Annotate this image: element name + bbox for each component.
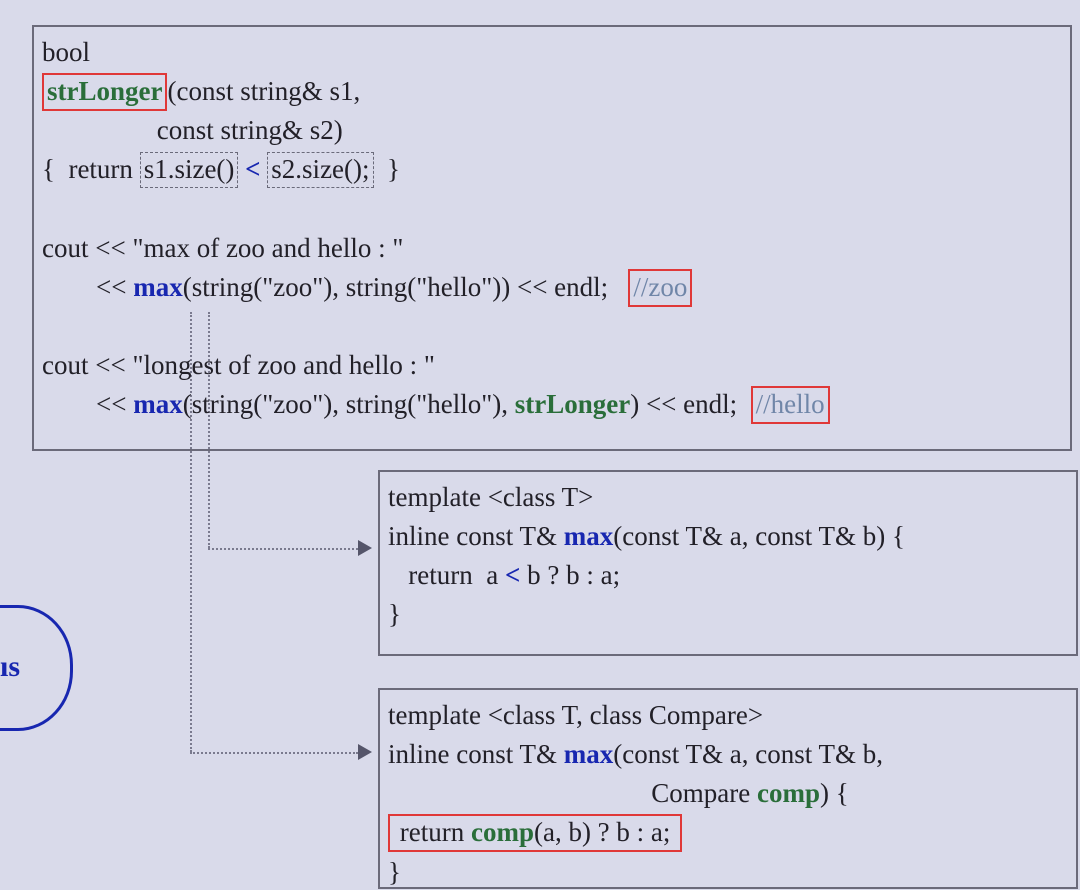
- code-line: }: [388, 595, 1068, 634]
- text: ) {: [820, 778, 849, 808]
- text: return a: [388, 560, 505, 590]
- edge-label: ıs: [0, 650, 20, 684]
- text: <: [238, 154, 267, 184]
- text: }: [388, 599, 401, 629]
- blank-line: [42, 190, 1062, 229]
- code-line: cout << "max of zoo and hello : ": [42, 229, 1062, 268]
- code-box-max1: template <class T> inline const T& max(c…: [378, 470, 1078, 656]
- arrowhead-icon: [358, 744, 372, 760]
- text: <<: [42, 272, 133, 302]
- code-line: cout << "longest of zoo and hello : ": [42, 346, 1062, 385]
- highlight-strlonger: strLonger: [42, 73, 167, 111]
- text: max: [133, 389, 183, 419]
- text: (const T& a, const T& b) {: [613, 521, 905, 551]
- highlight-comment-zoo: //zoo: [628, 269, 692, 307]
- text: }: [388, 857, 401, 887]
- connector-line: [208, 548, 358, 550]
- text: cout << "max of zoo and hello : ": [42, 233, 403, 263]
- text: ) << endl;: [630, 389, 750, 419]
- text: inline const T&: [388, 521, 564, 551]
- text: template <class T>: [388, 482, 593, 512]
- code-line: { return s1.size() < s2.size(); }: [42, 150, 1062, 189]
- highlight-return-comp: return comp(a, b) ? b : a;: [388, 814, 682, 852]
- code-line: << max(string("zoo"), string("hello")) <…: [42, 268, 1062, 307]
- text: comp: [757, 778, 820, 808]
- code-line: strLonger(const string& s1,: [42, 72, 1062, 111]
- text: (string("zoo"), string("hello"),: [183, 389, 515, 419]
- text: }: [374, 154, 400, 184]
- code-line: return comp(a, b) ? b : a;: [388, 813, 1068, 852]
- blank-line: [42, 307, 1062, 346]
- text: max: [133, 272, 183, 302]
- text: template <class T, class Compare>: [388, 700, 763, 730]
- code-line: << max(string("zoo"), string("hello"), s…: [42, 385, 1062, 424]
- text: b ? b : a;: [520, 560, 620, 590]
- dashed-highlight: s1.size(): [140, 152, 239, 188]
- code-line: bool: [42, 33, 1062, 72]
- dashed-highlight: s2.size();: [267, 152, 373, 188]
- code-line: inline const T& max(const T& a, const T&…: [388, 735, 1068, 774]
- highlight-comment-hello: //hello: [751, 386, 830, 424]
- code-box-main: bool strLonger(const string& s1, const s…: [32, 25, 1072, 451]
- text: bool: [42, 37, 90, 67]
- code-line: Compare comp) {: [388, 774, 1068, 813]
- text: <: [505, 560, 520, 590]
- code-line: }: [388, 853, 1068, 890]
- text: Compare: [388, 778, 757, 808]
- text: const string& s2): [42, 115, 343, 145]
- text: (string("zoo"), string("hello")) << endl…: [183, 272, 629, 302]
- text: max: [564, 739, 614, 769]
- text: { return: [42, 154, 140, 184]
- code-box-max2: template <class T, class Compare> inline…: [378, 688, 1078, 889]
- text: strLonger: [515, 389, 630, 419]
- code-line: template <class T, class Compare>: [388, 696, 1068, 735]
- text: (a, b) ? b : a;: [534, 817, 677, 847]
- text: comp: [471, 817, 534, 847]
- code-line: inline const T& max(const T& a, const T&…: [388, 517, 1068, 556]
- text: <<: [42, 389, 133, 419]
- text: return: [393, 817, 471, 847]
- text: inline const T&: [388, 739, 564, 769]
- connector-line: [190, 752, 358, 754]
- text: (const string& s1,: [167, 76, 360, 106]
- code-line: return a < b ? b : a;: [388, 556, 1068, 595]
- text: max: [564, 521, 614, 551]
- code-line: const string& s2): [42, 111, 1062, 150]
- code-line: template <class T>: [388, 478, 1068, 517]
- text: (const T& a, const T& b,: [613, 739, 883, 769]
- arrowhead-icon: [358, 540, 372, 556]
- text: cout << "longest of zoo and hello : ": [42, 350, 435, 380]
